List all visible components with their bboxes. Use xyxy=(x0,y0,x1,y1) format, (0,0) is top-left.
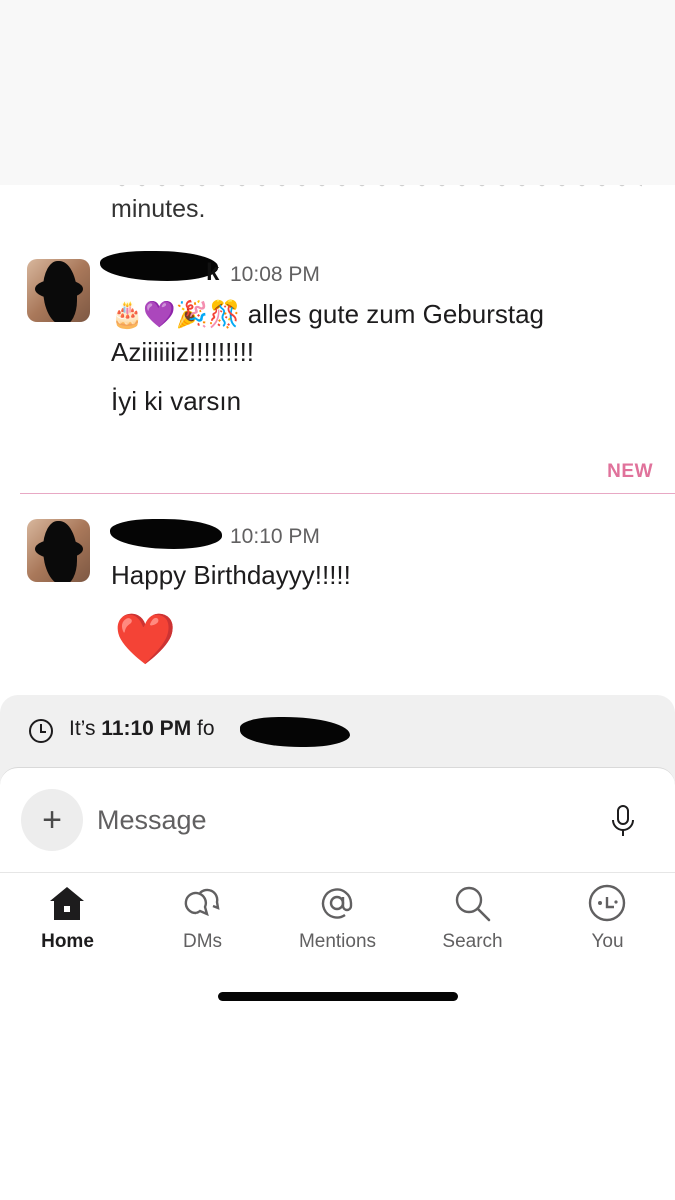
tab-label: DMs xyxy=(182,931,223,952)
message-input[interactable] xyxy=(97,800,557,840)
message-text-line-3: İyi ki varsın xyxy=(111,386,242,416)
tab-label: You xyxy=(591,931,624,952)
message-timestamp[interactable]: 10:10 PM xyxy=(230,525,320,549)
tab-label: Search xyxy=(442,931,503,952)
home-indicator[interactable] xyxy=(218,992,458,1001)
message-list[interactable]: minutes. k 10:08 PM 🎂💜🎉🎊 alles gute zum … xyxy=(0,185,675,695)
new-messages-label: NEW xyxy=(607,461,653,482)
dms-icon xyxy=(184,888,220,917)
tab-mentions[interactable]: Mentions xyxy=(270,873,405,973)
tab-dms[interactable]: DMs xyxy=(135,873,270,973)
name-redaction xyxy=(240,717,350,747)
avatar-redaction xyxy=(35,539,83,559)
sender-name-redaction xyxy=(100,251,218,281)
profile-icon xyxy=(588,884,626,922)
home-icon xyxy=(50,887,84,920)
message-text-line-1: Happy Birthdayyy!!!!! xyxy=(111,560,351,590)
plus-icon[interactable]: + xyxy=(21,789,83,851)
heart-emoji: ❤️ xyxy=(114,611,177,667)
avatar[interactable] xyxy=(27,259,90,322)
previous-message-text: minutes. xyxy=(111,195,206,223)
tab-label: Home xyxy=(41,931,94,952)
message-text: alles gute zum Geburstag xyxy=(247,299,545,329)
avatar-redaction xyxy=(35,279,83,299)
avatar[interactable] xyxy=(27,519,90,582)
tab-search[interactable]: Search xyxy=(405,873,540,973)
new-messages-divider xyxy=(20,493,675,494)
emoji-group: 🎂💜🎉🎊 xyxy=(111,300,241,330)
truncated-text-line xyxy=(112,185,642,189)
tab-you[interactable]: You xyxy=(540,873,675,973)
at-icon xyxy=(321,888,353,919)
clock-icon xyxy=(29,719,53,743)
tab-home[interactable]: Home xyxy=(0,873,135,973)
top-blank-area xyxy=(0,0,675,185)
timezone-text: It’s 11:10 PM fo xyxy=(69,717,215,740)
sender-name[interactable]: k xyxy=(206,259,219,287)
message-timestamp[interactable]: 10:08 PM xyxy=(230,263,320,287)
message-text-line-1: 🎂💜🎉🎊 alles gute zum Geburstag xyxy=(111,296,544,333)
microphone-icon[interactable] xyxy=(609,804,637,838)
tab-label: Mentions xyxy=(298,931,377,952)
bottom-tab-bar: Home DMs Mentions Search You xyxy=(0,872,675,973)
search-icon xyxy=(455,886,491,922)
message-composer: + xyxy=(0,767,675,873)
sender-name-redaction xyxy=(110,519,222,549)
message-text-line-2: Aziiiiiiz!!!!!!!!! xyxy=(111,337,255,367)
